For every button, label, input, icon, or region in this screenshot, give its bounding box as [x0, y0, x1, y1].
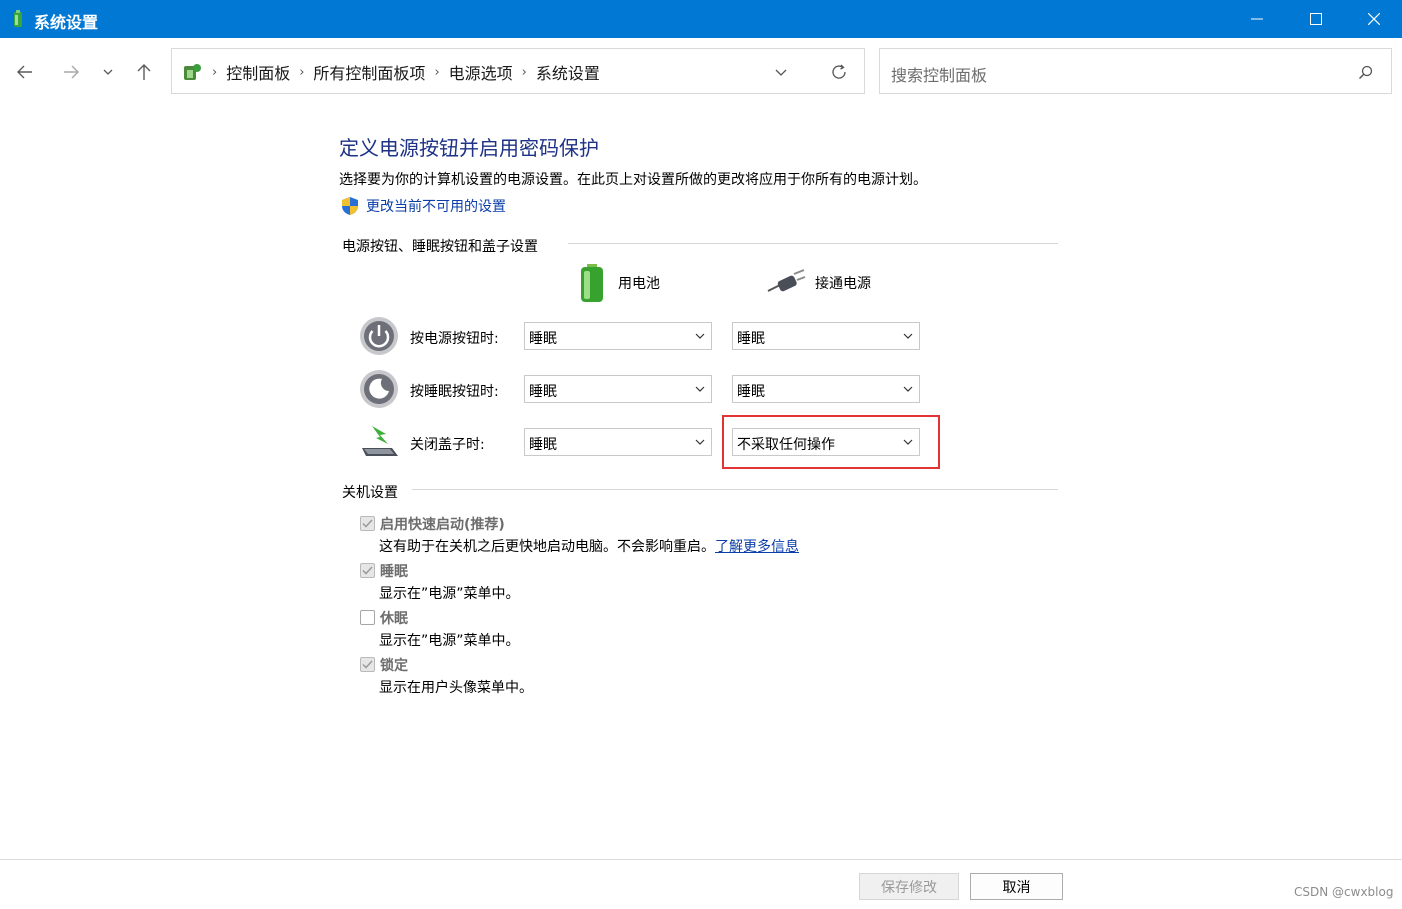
refresh-button[interactable]	[830, 63, 848, 85]
recent-locations-button[interactable]	[92, 56, 124, 88]
breadcrumb-separator: ›	[434, 64, 440, 80]
chevron-down-icon	[695, 439, 705, 445]
breadcrumb-power-options[interactable]: 电源选项	[449, 60, 513, 84]
watermark: CSDN @cwxblog	[1294, 885, 1394, 899]
sleep-button-label: 按睡眠按钮时:	[410, 384, 499, 400]
refresh-icon	[832, 64, 846, 79]
battery-column-label: 用电池	[618, 276, 660, 292]
breadcrumb-separator: ›	[299, 64, 305, 80]
fast-startup-checkbox[interactable]	[360, 516, 375, 531]
minimize-button[interactable]	[1228, 0, 1286, 38]
fast-startup-description: 这有助于在关机之后更快地启动电脑。不会影响重启。了解更多信息	[379, 536, 799, 556]
maximize-button[interactable]	[1287, 0, 1345, 38]
uac-shield-icon	[342, 197, 358, 215]
power-section-heading: 电源按钮、睡眠按钮和盖子设置	[342, 239, 538, 255]
forward-button[interactable]	[55, 56, 87, 88]
checkmark-icon	[362, 660, 373, 669]
checkmark-icon	[362, 519, 373, 528]
search-placeholder: 搜索控制面板	[891, 66, 988, 85]
sleep-checkbox[interactable]	[360, 563, 375, 578]
chevron-down-icon	[903, 333, 913, 339]
select-value: 睡眠	[737, 331, 765, 347]
up-button[interactable]	[128, 56, 160, 88]
hibernate-checkbox[interactable]	[360, 610, 375, 625]
power-plug-icon	[767, 269, 806, 292]
breadcrumb-system-settings[interactable]: 系统设置	[536, 60, 600, 84]
hibernate-description: 显示在”电源”菜单中。	[379, 633, 520, 649]
chevron-down-icon	[903, 386, 913, 392]
shutdown-section-heading: 关机设置	[342, 485, 398, 501]
laptop-lid-icon	[362, 426, 398, 456]
plugged-column-label: 接通电源	[815, 276, 871, 292]
search-input[interactable]: 搜索控制面板	[879, 48, 1392, 94]
back-button[interactable]	[9, 56, 41, 88]
sleep-button-battery-select[interactable]: 睡眠	[524, 375, 712, 403]
change-settings-link-row: 更改当前不可用的设置	[340, 196, 506, 216]
search-icon[interactable]	[1358, 65, 1373, 80]
save-changes-button[interactable]: 保存修改	[859, 873, 959, 900]
breadcrumb-control-panel[interactable]: 控制面板	[226, 60, 290, 84]
chevron-down-icon	[775, 69, 787, 76]
highlight-box	[722, 415, 940, 469]
arrow-left-icon	[17, 65, 32, 79]
change-unavailable-settings-link[interactable]: 更改当前不可用的设置	[366, 196, 506, 216]
fast-startup-desc-text: 这有助于在关机之后更快地启动电脑。不会影响重启。	[379, 539, 715, 555]
checkmark-icon	[362, 566, 373, 575]
window-title: 系统设置	[34, 13, 99, 32]
learn-more-link[interactable]: 了解更多信息	[715, 539, 799, 555]
sleep-label: 睡眠	[380, 564, 408, 580]
breadcrumb: › 控制面板 › 所有控制面板项 › 电源选项 › 系统设置	[172, 49, 600, 95]
arrow-right-icon	[64, 65, 79, 79]
select-value: 睡眠	[529, 331, 557, 347]
power-button-plugged-select[interactable]: 睡眠	[732, 322, 920, 350]
chevron-down-icon	[695, 333, 705, 339]
arrow-up-icon	[137, 64, 151, 80]
hibernate-label: 休眠	[380, 611, 408, 627]
lock-checkbox[interactable]	[360, 657, 375, 672]
minimize-icon	[1251, 18, 1263, 20]
control-panel-icon	[184, 64, 201, 80]
close-button[interactable]	[1345, 0, 1402, 38]
select-value: 睡眠	[737, 384, 765, 400]
select-value: 睡眠	[529, 384, 557, 400]
maximize-icon	[1310, 13, 1322, 25]
title-bar: 系统设置	[0, 0, 1402, 38]
cancel-button[interactable]: 取消	[970, 873, 1063, 900]
sleep-button-icon	[360, 370, 398, 408]
page-description: 选择要为你的计算机设置的电源设置。在此页上对设置所做的更改将应用于你所有的电源计…	[339, 172, 927, 188]
section-divider	[412, 489, 1058, 490]
close-icon	[1368, 13, 1380, 25]
footer-divider	[0, 859, 1402, 860]
close-lid-battery-select[interactable]: 睡眠	[524, 428, 712, 456]
breadcrumb-all-items[interactable]: 所有控制面板项	[313, 60, 425, 84]
fast-startup-label: 启用快速启动(推荐)	[380, 517, 505, 533]
address-bar[interactable]: › 控制面板 › 所有控制面板项 › 电源选项 › 系统设置	[171, 48, 865, 94]
lock-label: 锁定	[380, 658, 408, 674]
chevron-down-icon	[103, 69, 113, 75]
power-button-label: 按电源按钮时:	[410, 331, 499, 347]
battery-column-header: 用电池	[578, 263, 660, 303]
battery-icon	[581, 264, 603, 302]
address-history-button[interactable]	[774, 64, 788, 83]
select-value: 睡眠	[529, 437, 557, 453]
section-divider	[568, 243, 1058, 244]
power-button-battery-select[interactable]: 睡眠	[524, 322, 712, 350]
sleep-button-plugged-select[interactable]: 睡眠	[732, 375, 920, 403]
plugged-column-header: 接通电源	[766, 269, 871, 297]
lock-description: 显示在用户头像菜单中。	[379, 680, 533, 696]
sleep-description: 显示在”电源”菜单中。	[379, 586, 520, 602]
chevron-down-icon	[695, 386, 705, 392]
power-options-icon	[14, 10, 22, 27]
page-title: 定义电源按钮并启用密码保护	[339, 136, 599, 160]
power-button-icon	[360, 317, 398, 355]
close-lid-label: 关闭盖子时:	[410, 437, 485, 453]
breadcrumb-separator: ›	[212, 64, 218, 80]
breadcrumb-separator: ›	[521, 64, 527, 80]
